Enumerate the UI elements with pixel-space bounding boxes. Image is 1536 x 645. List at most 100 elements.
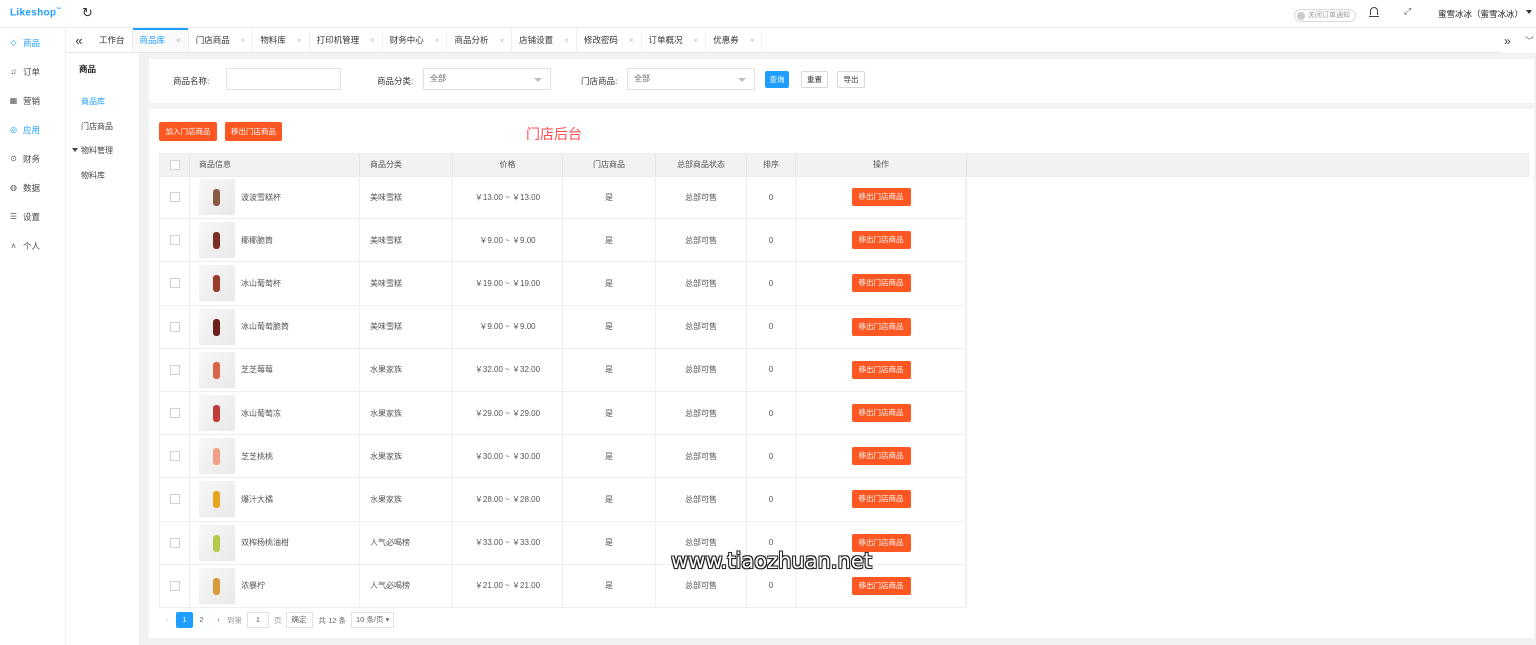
- table-body: 波波雪糕杯 美味雪糕 ￥13.00 ~ ￥13.00 是总部可售 0 移出门店商品 椰椰脆筒…: [159, 176, 967, 608]
- export-button[interactable]: 导出: [837, 71, 865, 88]
- subnav-item-product-library[interactable]: 商品库: [81, 96, 105, 107]
- fullscreen-icon[interactable]: ⤢: [1404, 6, 1411, 17]
- sidebar-item-1[interactable]: ♫ 订单: [0, 57, 65, 86]
- tab-9[interactable]: 订单概况 ×: [642, 28, 707, 52]
- tabs-scroll-left-icon[interactable]: «: [66, 28, 92, 52]
- page-1[interactable]: 1: [176, 612, 193, 628]
- pagination: ‹ 1 2 › 到第 1 页 确定 共 12 条 10 条/页 ▾: [159, 612, 395, 628]
- product-image: [213, 275, 220, 293]
- row-checkbox[interactable]: [169, 408, 180, 419]
- prev-page-icon[interactable]: ‹: [159, 612, 176, 628]
- row-checkbox[interactable]: [169, 278, 180, 289]
- col-category: 商品分类: [360, 154, 453, 176]
- category-cell: 水果家族: [360, 348, 453, 391]
- store-product-select[interactable]: 全部: [627, 68, 755, 90]
- row-checkbox[interactable]: [169, 537, 180, 548]
- tab-label: 店铺设置: [519, 35, 554, 45]
- tab-3[interactable]: 物料库 ×: [253, 28, 310, 52]
- reset-button[interactable]: 重置: [801, 71, 828, 88]
- remove-from-store-button[interactable]: 移出门店商品: [851, 447, 911, 466]
- product-thumbnail: [199, 308, 235, 345]
- tab-8[interactable]: 修改密码 ×: [577, 28, 642, 52]
- tab-10[interactable]: 优惠券 ×: [706, 28, 763, 52]
- sidebar-item-0[interactable]: ◇ 商品: [0, 28, 65, 57]
- product-thumbnail: [199, 481, 235, 518]
- sidebar-item-4[interactable]: ⊙ 财务: [0, 144, 65, 173]
- sidebar-item-2[interactable]: ▦ 营销: [0, 86, 65, 115]
- store-product-cell: 是: [563, 262, 656, 305]
- remove-from-store-button[interactable]: 移出门店商品: [851, 576, 911, 595]
- page-number-input[interactable]: 1: [247, 612, 269, 628]
- close-icon[interactable]: ×: [750, 36, 755, 45]
- product-info-cell: 冰山葡萄冻: [190, 391, 360, 435]
- tab-6[interactable]: 商品分析 ×: [447, 28, 513, 52]
- tab-5[interactable]: 财务中心 ×: [383, 28, 448, 52]
- row-checkbox[interactable]: [169, 494, 180, 505]
- remove-from-store-button[interactable]: 移出门店商品: [851, 360, 911, 379]
- tab-4[interactable]: 打印机管理 ×: [310, 28, 383, 52]
- close-icon[interactable]: ×: [694, 36, 699, 45]
- close-icon[interactable]: ×: [435, 36, 440, 45]
- store-product-cell: 是: [563, 564, 656, 607]
- refresh-icon[interactable]: ↻: [82, 5, 93, 21]
- subnav-item-material-library[interactable]: 物料库: [81, 170, 105, 181]
- subnav-item-store-products[interactable]: 门店商品: [81, 121, 113, 132]
- goto-confirm-button[interactable]: 确定: [285, 612, 313, 628]
- close-icon[interactable]: ×: [297, 36, 302, 45]
- tab-1[interactable]: 商品库 ×: [132, 28, 189, 52]
- sidebar-item-5[interactable]: ◍ 数据: [0, 173, 65, 202]
- close-icon[interactable]: ×: [629, 36, 634, 45]
- row-checkbox[interactable]: [169, 364, 180, 375]
- remove-from-store-button[interactable]: 移出门店商品: [851, 188, 911, 207]
- close-icon[interactable]: ×: [564, 36, 569, 45]
- store-product-cell: 是: [563, 391, 656, 435]
- remove-from-store-button[interactable]: 移出门店商品: [851, 231, 911, 250]
- tab-label: 商品库: [139, 35, 166, 45]
- sidebar-item-7[interactable]: ᴧ 个人: [0, 231, 65, 260]
- remove-from-store-button[interactable]: 移出门店商品: [851, 317, 911, 336]
- select-all-checkbox[interactable]: [169, 160, 180, 170]
- order-notice-toggle[interactable]: 关闭订单通知: [1294, 9, 1356, 22]
- row-checkbox[interactable]: [169, 580, 180, 591]
- chevron-down-icon[interactable]: [1526, 10, 1532, 14]
- close-icon[interactable]: ×: [370, 36, 375, 45]
- page-2[interactable]: 2: [193, 612, 210, 628]
- subnav-group-materials[interactable]: 物料管理: [72, 145, 113, 156]
- top-bar: Likeshop™ ↻ 关闭订单通知 ⤢ 蜜雪冰冰（蜜雪冰冰）: [0, 0, 1536, 28]
- page-size-select[interactable]: 10 条/页 ▾: [351, 612, 395, 628]
- close-icon[interactable]: ×: [499, 36, 504, 45]
- tab-2[interactable]: 门店商品 ×: [189, 28, 254, 52]
- category-select[interactable]: 全部: [423, 68, 551, 90]
- tab-7[interactable]: 店铺设置 ×: [512, 28, 577, 52]
- product-name-input[interactable]: [226, 68, 341, 90]
- remove-from-store-button[interactable]: 移出门店商品: [225, 122, 282, 141]
- close-icon[interactable]: ×: [176, 36, 181, 45]
- tabs-scroll-right-icon[interactable]: »: [1504, 34, 1511, 48]
- category-cell: 人气必喝榜: [360, 521, 453, 564]
- chevron-down-icon[interactable]: ﹀: [1525, 34, 1534, 47]
- sidebar-item-3[interactable]: ◎ 应用: [0, 115, 65, 144]
- remove-from-store-button[interactable]: 移出门店商品: [851, 404, 911, 423]
- user-menu[interactable]: 蜜雪冰冰（蜜雪冰冰）: [1438, 8, 1523, 20]
- total-count: 共 12 条: [318, 615, 347, 625]
- next-page-icon[interactable]: ›: [210, 612, 227, 628]
- bell-icon[interactable]: [1369, 7, 1379, 17]
- row-checkbox[interactable]: [169, 235, 180, 246]
- product-info-cell: 椰椰脆筒: [190, 219, 360, 262]
- remove-from-store-button[interactable]: 移出门店商品: [851, 274, 911, 293]
- remove-from-store-button[interactable]: 移出门店商品: [851, 490, 911, 509]
- sidebar-item-6[interactable]: ☰ 设置: [0, 202, 65, 231]
- table-row: 冰山葡萄脆筒 美味雪糕 ￥9.00 ~ ￥9.00 是总部可售 0 移出门店商品: [159, 305, 967, 349]
- row-checkbox[interactable]: [169, 451, 180, 462]
- store-product-cell: 是: [563, 521, 656, 564]
- row-checkbox[interactable]: [169, 321, 180, 332]
- hq-status-cell: 总部可售: [656, 478, 747, 521]
- search-button[interactable]: 查询: [765, 71, 789, 88]
- close-icon[interactable]: ×: [241, 36, 246, 45]
- add-to-store-button[interactable]: 加入门店商品: [159, 122, 217, 141]
- overlay-title: 门店后台: [526, 126, 582, 142]
- product-name: 浓暴柠: [241, 581, 265, 591]
- row-checkbox[interactable]: [169, 192, 180, 203]
- col-actions: 操作: [796, 154, 967, 176]
- tab-0[interactable]: 工作台: [92, 28, 133, 52]
